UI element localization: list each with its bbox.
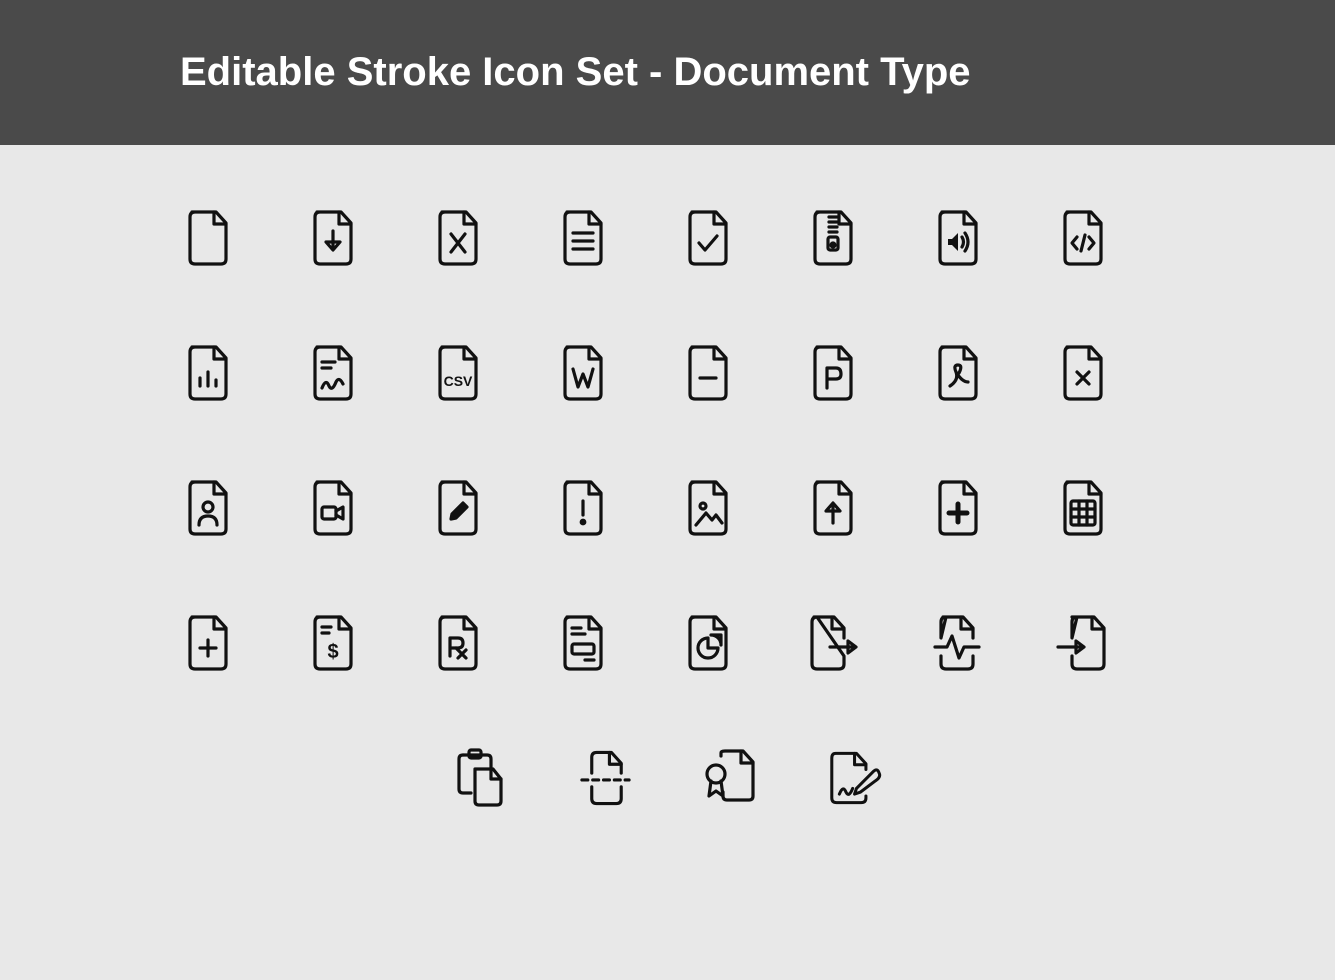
file-pdf-icon <box>930 340 985 405</box>
file-remove-icon <box>1055 340 1110 405</box>
title-text: Editable Stroke Icon Set - Document Type <box>180 50 971 94</box>
file-clipboard-icon <box>453 745 508 810</box>
file-medical-icon <box>930 475 985 540</box>
file-upload-icon <box>805 475 860 540</box>
file-activity-icon <box>930 610 985 675</box>
file-export-icon <box>805 610 860 675</box>
icon-row <box>180 475 1155 540</box>
file-prescription-icon <box>430 610 485 675</box>
file-text-icon <box>555 205 610 270</box>
file-blank-icon <box>180 205 235 270</box>
file-sign-icon <box>828 745 883 810</box>
file-powerpoint-icon <box>805 340 860 405</box>
file-word-icon <box>555 340 610 405</box>
file-edit-icon <box>430 475 485 540</box>
svg-text:CSV: CSV <box>443 373 472 389</box>
file-download-icon <box>305 205 360 270</box>
file-alert-icon <box>555 475 610 540</box>
file-check-icon <box>680 205 735 270</box>
file-form-icon <box>555 610 610 675</box>
icon-row <box>180 745 1155 810</box>
file-code-icon <box>1055 205 1110 270</box>
page-title: Editable Stroke Icon Set - Document Type <box>0 0 1335 145</box>
file-excel-icon <box>430 205 485 270</box>
file-invoice-icon: $ <box>305 610 360 675</box>
file-pie-icon <box>680 610 735 675</box>
svg-text:$: $ <box>327 641 338 663</box>
icon-grid: CSV <box>0 145 1335 920</box>
icon-row: CSV <box>180 340 1155 405</box>
file-spreadsheet-icon <box>1055 475 1110 540</box>
file-signature-icon <box>305 340 360 405</box>
file-certificate-icon <box>703 745 758 810</box>
file-add-icon <box>180 610 235 675</box>
file-csv-icon: CSV <box>430 340 485 405</box>
file-chart-bar-icon <box>180 340 235 405</box>
file-audio-icon <box>930 205 985 270</box>
file-zip-icon <box>805 205 860 270</box>
file-video-icon <box>305 475 360 540</box>
file-import-icon <box>1055 610 1110 675</box>
file-minus-icon <box>680 340 735 405</box>
icon-row: $ <box>180 610 1155 675</box>
file-user-icon <box>180 475 235 540</box>
file-break-icon <box>578 745 633 810</box>
file-image-icon <box>680 475 735 540</box>
icon-row <box>180 205 1155 270</box>
